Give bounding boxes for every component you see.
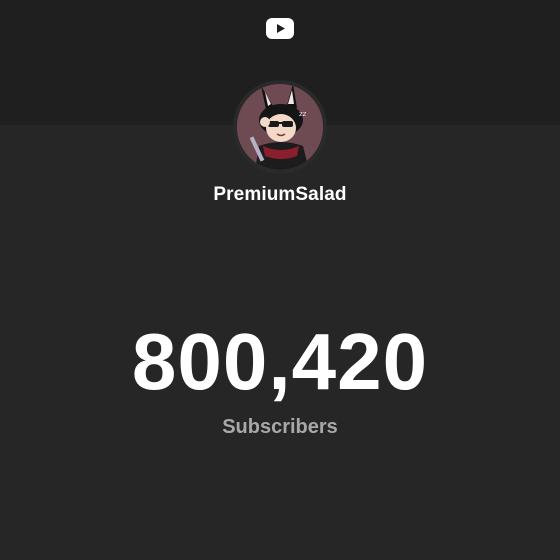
youtube-play-icon[interactable] — [266, 18, 294, 39]
subscriber-label: Subscribers — [222, 416, 338, 438]
channel-name[interactable]: PremiumSalad — [0, 184, 560, 206]
subscriber-count: 800,420 — [131, 317, 429, 406]
channel-avatar[interactable]: zz — [237, 84, 323, 170]
svg-text:zz: zz — [299, 110, 307, 118]
